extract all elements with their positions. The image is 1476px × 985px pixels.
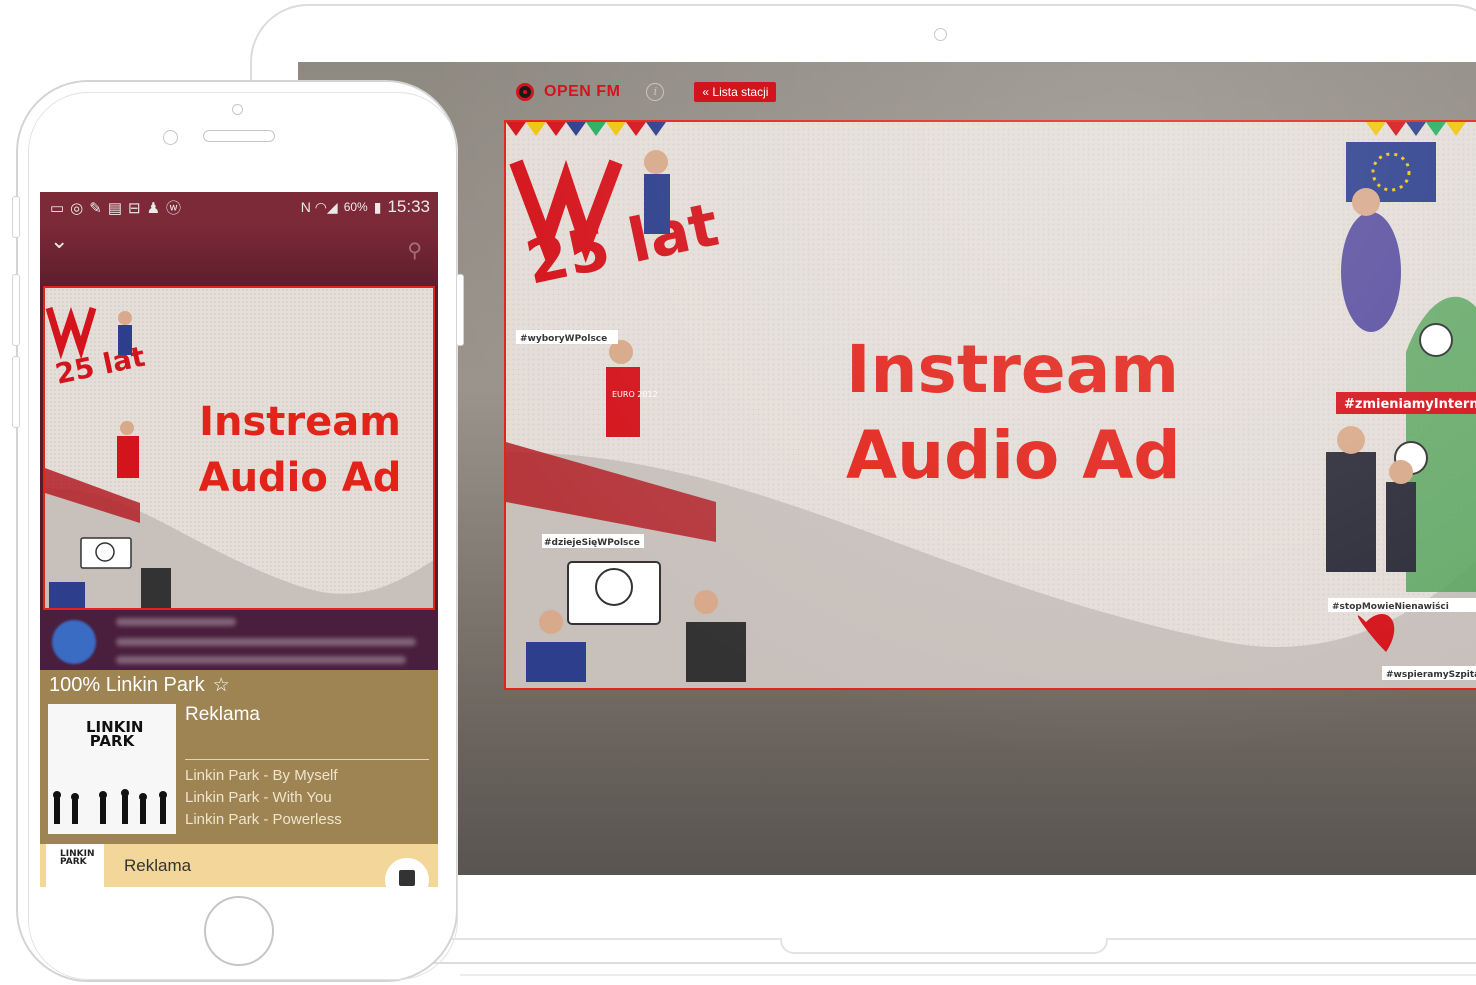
laptop-camera [934,28,947,41]
battery-icon: ▮ [373,198,382,215]
status-time: 15:33 [387,197,430,216]
open-fm-logo-icon[interactable] [516,83,534,101]
chevron-down-icon[interactable]: ⌄ [50,228,68,254]
ad-title-line-2: Audio Ad [846,417,1181,494]
now-playing-panel: 100% Linkin Park ☆ LINKIN PARK Reklama Li… [40,670,438,844]
battery-percent: 60% [343,200,368,214]
hashtag-dzieje: #dziejeSięWPolsce [544,538,640,548]
track-item[interactable]: Linkin Park - By Myself [185,767,338,784]
now-playing-title: Reklama [185,704,260,725]
info-icon[interactable]: i [646,83,665,101]
mini-player[interactable]: LINKIN PARK Reklama [40,844,438,887]
stop-button[interactable] [385,858,429,887]
hashtag-zmieniamy: #zmieniamyInternet [1344,397,1476,412]
desktop-toolbar: OPEN FM i « Lista stacji [516,82,777,102]
album-band-silhouettes [53,789,167,824]
player-header: ⌄ ⚲ [40,222,438,286]
mini-cover-logo: LINKIN PARK [60,849,95,867]
phone-speaker [203,130,275,142]
mini-player-title: Reklama [124,856,192,875]
hashtag-wybory: #wyboryWPolsce [520,334,607,344]
favorite-star-icon[interactable]: ☆ [213,675,230,696]
desktop-player-screen: OPEN FM i « Lista stacji 25 lat EURO 201… [298,62,1476,875]
album-logo: LINKIN PARK [86,718,144,750]
blurred-station-item[interactable] [40,610,438,670]
laptop-base-bottom [460,974,1476,976]
hashtag-wspieramy: #wspieramySzpitale [1386,670,1476,680]
phone-volume-up [12,274,20,346]
mobile-ad-title-line-1: Instream [199,399,401,445]
mobile-player-screen: ▭◎✎▤⊟♟ⓦ N ◠◢ 60% ▮ 15:33 ⌄ ⚲ 25 lat Inst… [40,192,438,887]
album-cover: LINKIN PARK [48,704,176,834]
mini-player-cover: LINKIN PARK [46,844,104,887]
laptop-base-notch [780,938,1108,954]
mobile-ad-title-line-2: Audio Ad [198,455,402,501]
station-list-button[interactable]: « Lista stacji [694,82,777,102]
ad-title-line-1: Instream [846,331,1179,408]
status-icons: ▭◎✎▤⊟♟ⓦ [50,199,188,217]
signal-icon: N ◠◢ [300,198,338,215]
search-icon[interactable]: ⚲ [407,238,422,263]
ad-title: Instream Audio Ad [846,327,1181,499]
phone-sensor [232,104,243,115]
track-item[interactable]: Linkin Park - Powerless [185,811,342,828]
station-name-row: 100% Linkin Park ☆ [49,674,230,697]
mobile-anniversary-logo: 25 lat [52,340,147,391]
station-avatar [52,620,96,664]
mobile-instream-ad-banner[interactable]: 25 lat Instream Audio Ad [43,286,435,610]
phone-mute-switch [12,196,20,238]
status-bar: ▭◎✎▤⊟♟ⓦ N ◠◢ 60% ▮ 15:33 [40,192,438,222]
phone-home-button[interactable] [204,896,274,966]
open-fm-brand[interactable]: OPEN FM [544,83,620,101]
station-name: 100% Linkin Park [49,674,205,696]
instream-ad-banner[interactable]: 25 lat EURO 2012 #wyboryWPolsce #dziejeS… [504,120,1476,690]
divider [185,759,429,760]
phone-volume-down [12,356,20,428]
euro-2012-badge: EURO 2012 [612,390,658,399]
phone-power-button [456,274,464,346]
track-item[interactable]: Linkin Park - With You [185,789,332,806]
hashtag-stop: #stopMowieNienawiści [1332,601,1449,612]
mobile-ad-title: Instream Audio Ad [195,394,405,506]
phone-front-camera [163,130,178,145]
